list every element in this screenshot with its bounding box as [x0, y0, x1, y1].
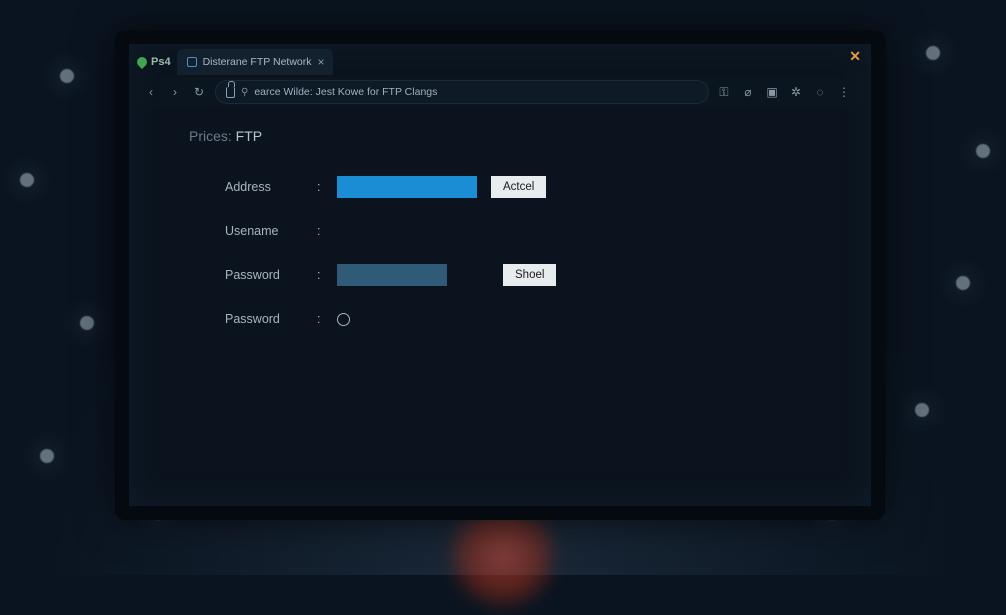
username-input[interactable]	[337, 220, 345, 242]
menu-icon[interactable]: ⋮	[837, 85, 851, 99]
lock-icon	[226, 87, 235, 98]
password-show-button[interactable]: Shoel	[503, 264, 556, 286]
browser-brand: Ps4	[137, 56, 171, 68]
password2-radio[interactable]	[337, 313, 350, 326]
address-colon: :	[317, 180, 323, 194]
address-label: Address	[225, 180, 303, 194]
nav-forward-button[interactable]: ›	[167, 84, 183, 100]
toolbar: ‹ › ↻ ⚲ earce Wilde: Jest Kowe for FTP C…	[137, 76, 863, 108]
page-title-main: FTP	[232, 128, 262, 144]
tab-strip: Ps4 Disterane FTP Network ×	[137, 48, 863, 76]
password2-label: Password	[225, 312, 303, 326]
link-icon[interactable]: ⌀	[741, 85, 755, 99]
monitor-frame: ✕ Ps4 Disterane FTP Network × ‹ › ↻ ⚲ ea…	[115, 30, 885, 520]
tab-title: Disterane FTP Network	[203, 56, 312, 68]
row-address: Address : Actcel	[225, 172, 811, 202]
nav-back-button[interactable]: ‹	[143, 84, 159, 100]
tab-close-icon[interactable]: ×	[318, 55, 325, 69]
ftp-form: Address : Actcel Usename : Password : Sh…	[225, 172, 811, 334]
username-colon: :	[317, 224, 323, 238]
key-icon[interactable]: ⚿	[717, 85, 731, 99]
row-password2: Password :	[225, 304, 811, 334]
toolbar-icons: ⚿ ⌀ ▣ ✲ ◌ ⋮	[717, 85, 857, 99]
password-label: Password	[225, 268, 303, 282]
page-title: Prices: FTP	[189, 128, 811, 144]
password-colon: :	[317, 268, 323, 282]
row-username: Usename :	[225, 216, 811, 246]
address-bar[interactable]: ⚲ earce Wilde: Jest Kowe for FTP Clangs	[215, 80, 709, 104]
sync-icon[interactable]: ◌	[813, 85, 827, 99]
password2-colon: :	[317, 312, 323, 326]
panel-icon[interactable]: ▣	[765, 85, 779, 99]
browser-chrome: Ps4 Disterane FTP Network × ‹ › ↻ ⚲ earc…	[129, 44, 871, 108]
page-title-prefix: Prices:	[189, 128, 232, 144]
username-label: Usename	[225, 224, 303, 238]
password-input[interactable]	[337, 264, 447, 286]
settings-icon[interactable]: ✲	[789, 85, 803, 99]
search-icon: ⚲	[241, 87, 248, 98]
tab-active[interactable]: Disterane FTP Network ×	[177, 49, 333, 75]
page-content: Prices: FTP Address : Actcel Usename : P…	[129, 108, 871, 368]
row-password: Password : Shoel	[225, 260, 811, 290]
brand-label: Ps4	[151, 56, 171, 68]
address-action-button[interactable]: Actcel	[491, 176, 546, 198]
nav-reload-button[interactable]: ↻	[191, 84, 207, 100]
address-url: earce Wilde: Jest Kowe for FTP Clangs	[254, 86, 437, 98]
window-close-icon[interactable]: ✕	[849, 48, 861, 65]
shield-icon	[135, 55, 149, 69]
address-input[interactable]	[337, 176, 477, 198]
tab-favicon-icon	[187, 57, 197, 67]
